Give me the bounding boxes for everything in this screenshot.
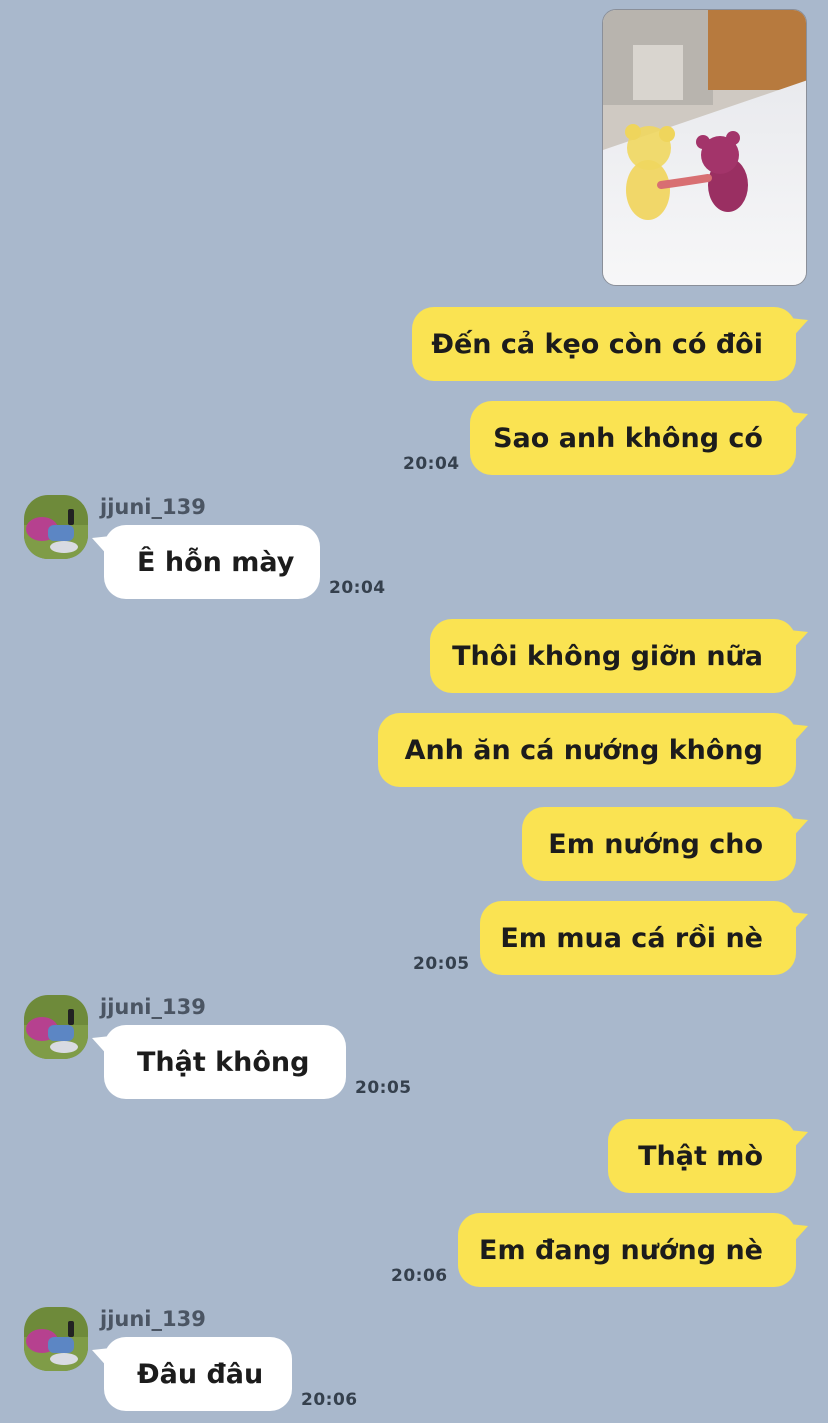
bubble-tails: [92, 317, 808, 1370]
